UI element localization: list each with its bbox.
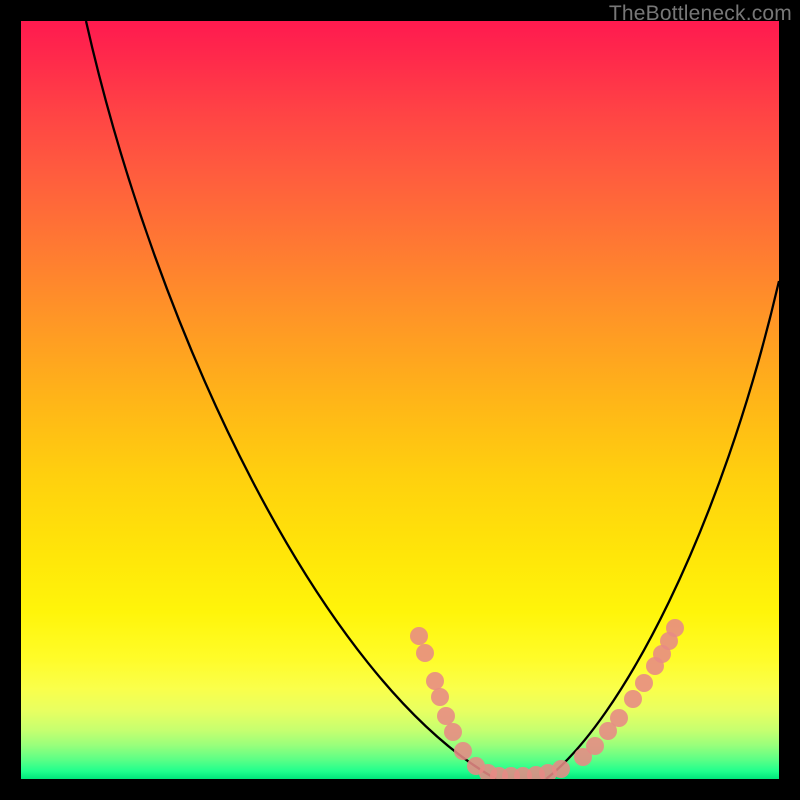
data-point	[416, 644, 434, 662]
curve-left	[86, 21, 496, 779]
data-point	[454, 742, 472, 760]
data-point	[444, 723, 462, 741]
data-point	[437, 707, 455, 725]
data-point	[410, 627, 428, 645]
curve-right	[546, 281, 779, 779]
dots-group	[410, 619, 684, 779]
curve-group	[86, 21, 779, 779]
data-point	[624, 690, 642, 708]
chart-svg	[21, 21, 779, 779]
data-point	[586, 737, 604, 755]
data-point	[610, 709, 628, 727]
data-point	[426, 672, 444, 690]
data-point	[666, 619, 684, 637]
data-point	[552, 760, 570, 778]
chart-frame	[21, 21, 779, 779]
data-point	[635, 674, 653, 692]
data-point	[431, 688, 449, 706]
